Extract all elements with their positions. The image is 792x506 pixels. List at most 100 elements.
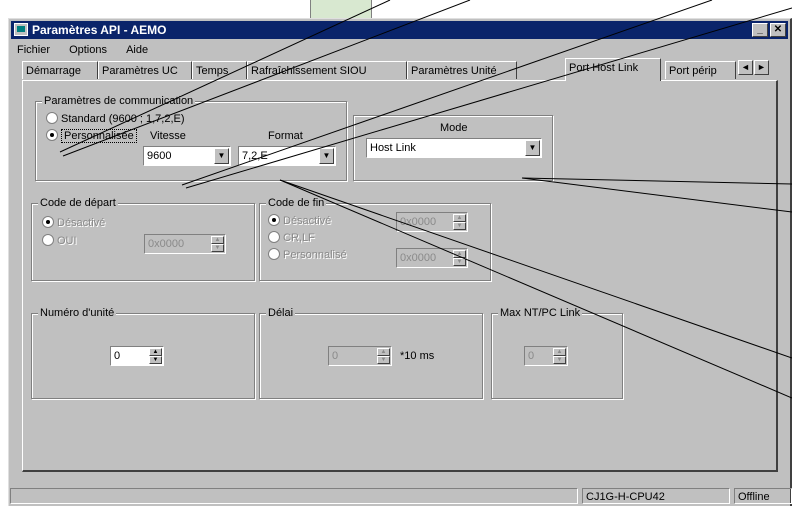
custom-radio-label: Personnalisée bbox=[61, 129, 137, 143]
chevron-down-icon[interactable]: ▼ bbox=[214, 148, 229, 164]
background-window-strip bbox=[310, 0, 372, 18]
menu-file[interactable]: Fichier bbox=[17, 44, 50, 56]
standard-radio[interactable]: Standard (9600 ; 1,7,2,E) bbox=[46, 112, 185, 126]
menu-options[interactable]: Options bbox=[69, 44, 107, 56]
end-code-spinner-1[interactable]: ▲ ▼ bbox=[453, 214, 466, 230]
delay-label: Délai bbox=[266, 307, 296, 319]
radio-dot-icon bbox=[42, 234, 54, 246]
end-code-option2: CR,LF bbox=[283, 232, 315, 244]
mode-select[interactable]: Host Link ▼ bbox=[366, 138, 542, 158]
tab-peripheral-port[interactable]: Port périp bbox=[665, 61, 736, 79]
status-cpu: CJ1G-H-CPU42 bbox=[582, 488, 730, 504]
speed-label: Vitesse bbox=[150, 130, 186, 142]
unit-number-field[interactable]: 0 ▲ ▼ bbox=[110, 346, 164, 366]
start-code-label: Code de départ bbox=[38, 197, 118, 209]
radio-dot-icon bbox=[268, 248, 280, 260]
delay-value: 0 bbox=[332, 350, 339, 362]
custom-radio[interactable]: Personnalisée bbox=[46, 129, 137, 143]
unit-number-value: 0 bbox=[114, 350, 121, 362]
title-bar[interactable]: Paramètres API - AEMO _ ✕ bbox=[11, 21, 788, 39]
spin-up-icon[interactable]: ▲ bbox=[453, 250, 466, 258]
speed-select[interactable]: 9600 ▼ bbox=[143, 146, 231, 166]
comm-settings-label: Paramètres de communication bbox=[42, 95, 196, 107]
delay-unit: *10 ms bbox=[400, 350, 435, 362]
delay-spinner[interactable]: ▲ ▼ bbox=[377, 348, 390, 364]
host-link-panel: Paramètres de communication Standard (96… bbox=[22, 80, 778, 472]
spin-up-icon[interactable]: ▲ bbox=[377, 348, 390, 356]
max-nt-label: Max NT/PC Link bbox=[498, 307, 583, 319]
status-bar: CJ1G-H-CPU42 Offline bbox=[0, 484, 792, 506]
unit-number-label: Numéro d'unité bbox=[38, 307, 117, 319]
window-title: Paramètres API - AEMO bbox=[32, 23, 167, 37]
radio-dot-selected-icon bbox=[42, 216, 54, 228]
status-cell-empty bbox=[10, 488, 578, 504]
tab-scroll-right-icon[interactable]: ► bbox=[754, 60, 769, 75]
end-code-value-1: 0x0000 bbox=[400, 216, 437, 228]
end-code-crlf-radio[interactable]: CR,LF bbox=[268, 231, 315, 245]
end-code-option3: Personnalisé bbox=[283, 249, 347, 261]
delay-group: Délai 0 ▲ ▼ *10 ms bbox=[259, 307, 483, 399]
spin-down-icon[interactable]: ▼ bbox=[149, 356, 162, 364]
standard-radio-label: Standard (9600 ; 1,7,2,E) bbox=[61, 113, 185, 125]
max-nt-value: 0 bbox=[528, 350, 535, 362]
chevron-down-icon[interactable]: ▼ bbox=[319, 148, 334, 164]
tab-siou-refresh[interactable]: Rafraîchissement SIOU bbox=[247, 61, 407, 79]
end-code-custom-radio[interactable]: Personnalisé bbox=[268, 248, 347, 262]
spin-up-icon[interactable]: ▲ bbox=[553, 348, 566, 356]
format-label: Format bbox=[268, 130, 303, 142]
spin-down-icon[interactable]: ▼ bbox=[453, 222, 466, 230]
spin-up-icon[interactable]: ▲ bbox=[149, 348, 162, 356]
chevron-down-icon[interactable]: ▼ bbox=[525, 140, 540, 156]
start-code-spinner[interactable]: ▲ ▼ bbox=[211, 236, 224, 252]
start-code-value: 0x0000 bbox=[148, 238, 185, 250]
start-code-option1: Désactivé bbox=[57, 217, 106, 229]
start-code-disabled-radio[interactable]: Désactivé bbox=[42, 216, 105, 230]
delay-field[interactable]: 0 ▲ ▼ bbox=[328, 346, 392, 366]
start-code-field[interactable]: 0x0000 ▲ ▼ bbox=[144, 234, 226, 254]
end-code-spinner-2[interactable]: ▲ ▼ bbox=[453, 250, 466, 266]
radio-dot-selected-icon bbox=[268, 214, 280, 226]
format-select[interactable]: 7,2,E ▼ bbox=[238, 146, 336, 166]
start-code-group: Code de départ Désactivé OUI 0x0000 ▲ ▼ bbox=[31, 197, 255, 281]
mode-label: Mode bbox=[440, 122, 468, 134]
tab-strip: Démarrage Paramètres UC Temps Rafraîchis… bbox=[22, 58, 780, 81]
menu-bar: Fichier Options Aide bbox=[11, 41, 788, 59]
unit-number-spinner[interactable]: ▲ ▼ bbox=[149, 348, 162, 364]
spin-down-icon[interactable]: ▼ bbox=[553, 356, 566, 364]
end-code-field-1[interactable]: 0x0000 ▲ ▼ bbox=[396, 212, 468, 232]
end-code-label: Code de fin bbox=[266, 197, 327, 209]
end-code-option1: Désactivé bbox=[283, 215, 332, 227]
speed-value: 9600 bbox=[147, 150, 172, 162]
end-code-value-2: 0x0000 bbox=[400, 252, 437, 264]
format-value: 7,2,E bbox=[242, 150, 268, 162]
minimize-button[interactable]: _ bbox=[752, 23, 768, 37]
mode-value: Host Link bbox=[370, 142, 416, 154]
tab-unit-settings[interactable]: Paramètres Unité bbox=[407, 61, 517, 79]
app-icon[interactable] bbox=[14, 23, 28, 36]
tab-startup[interactable]: Démarrage bbox=[22, 61, 98, 79]
unit-number-group: Numéro d'unité 0 ▲ ▼ bbox=[31, 307, 255, 399]
tab-timings[interactable]: Temps bbox=[192, 61, 247, 79]
max-nt-field[interactable]: 0 ▲ ▼ bbox=[524, 346, 568, 366]
background-window bbox=[0, 0, 792, 18]
spin-up-icon[interactable]: ▲ bbox=[211, 236, 224, 244]
end-code-disabled-radio[interactable]: Désactivé bbox=[268, 214, 331, 228]
spin-down-icon[interactable]: ▼ bbox=[453, 258, 466, 266]
spin-down-icon[interactable]: ▼ bbox=[211, 244, 224, 252]
mode-group: Mode Host Link ▼ bbox=[353, 115, 553, 181]
tab-cpu-settings[interactable]: Paramètres UC bbox=[98, 61, 192, 79]
close-button[interactable]: ✕ bbox=[770, 23, 786, 37]
status-mode: Offline bbox=[734, 488, 792, 504]
end-code-field-2[interactable]: 0x0000 ▲ ▼ bbox=[396, 248, 468, 268]
tab-host-link-port[interactable]: Port Host Link bbox=[565, 58, 661, 81]
spin-down-icon[interactable]: ▼ bbox=[377, 356, 390, 364]
spin-up-icon[interactable]: ▲ bbox=[453, 214, 466, 222]
menu-help[interactable]: Aide bbox=[126, 44, 148, 56]
end-code-group: Code de fin Désactivé CR,LF Personnalisé… bbox=[259, 197, 491, 281]
start-code-custom-radio[interactable]: OUI bbox=[42, 234, 77, 248]
radio-dot-icon bbox=[46, 112, 58, 124]
radio-dot-icon bbox=[268, 231, 280, 243]
tab-scroll-left-icon[interactable]: ◄ bbox=[738, 60, 753, 75]
start-code-option2: OUI bbox=[57, 235, 77, 247]
max-nt-spinner[interactable]: ▲ ▼ bbox=[553, 348, 566, 364]
